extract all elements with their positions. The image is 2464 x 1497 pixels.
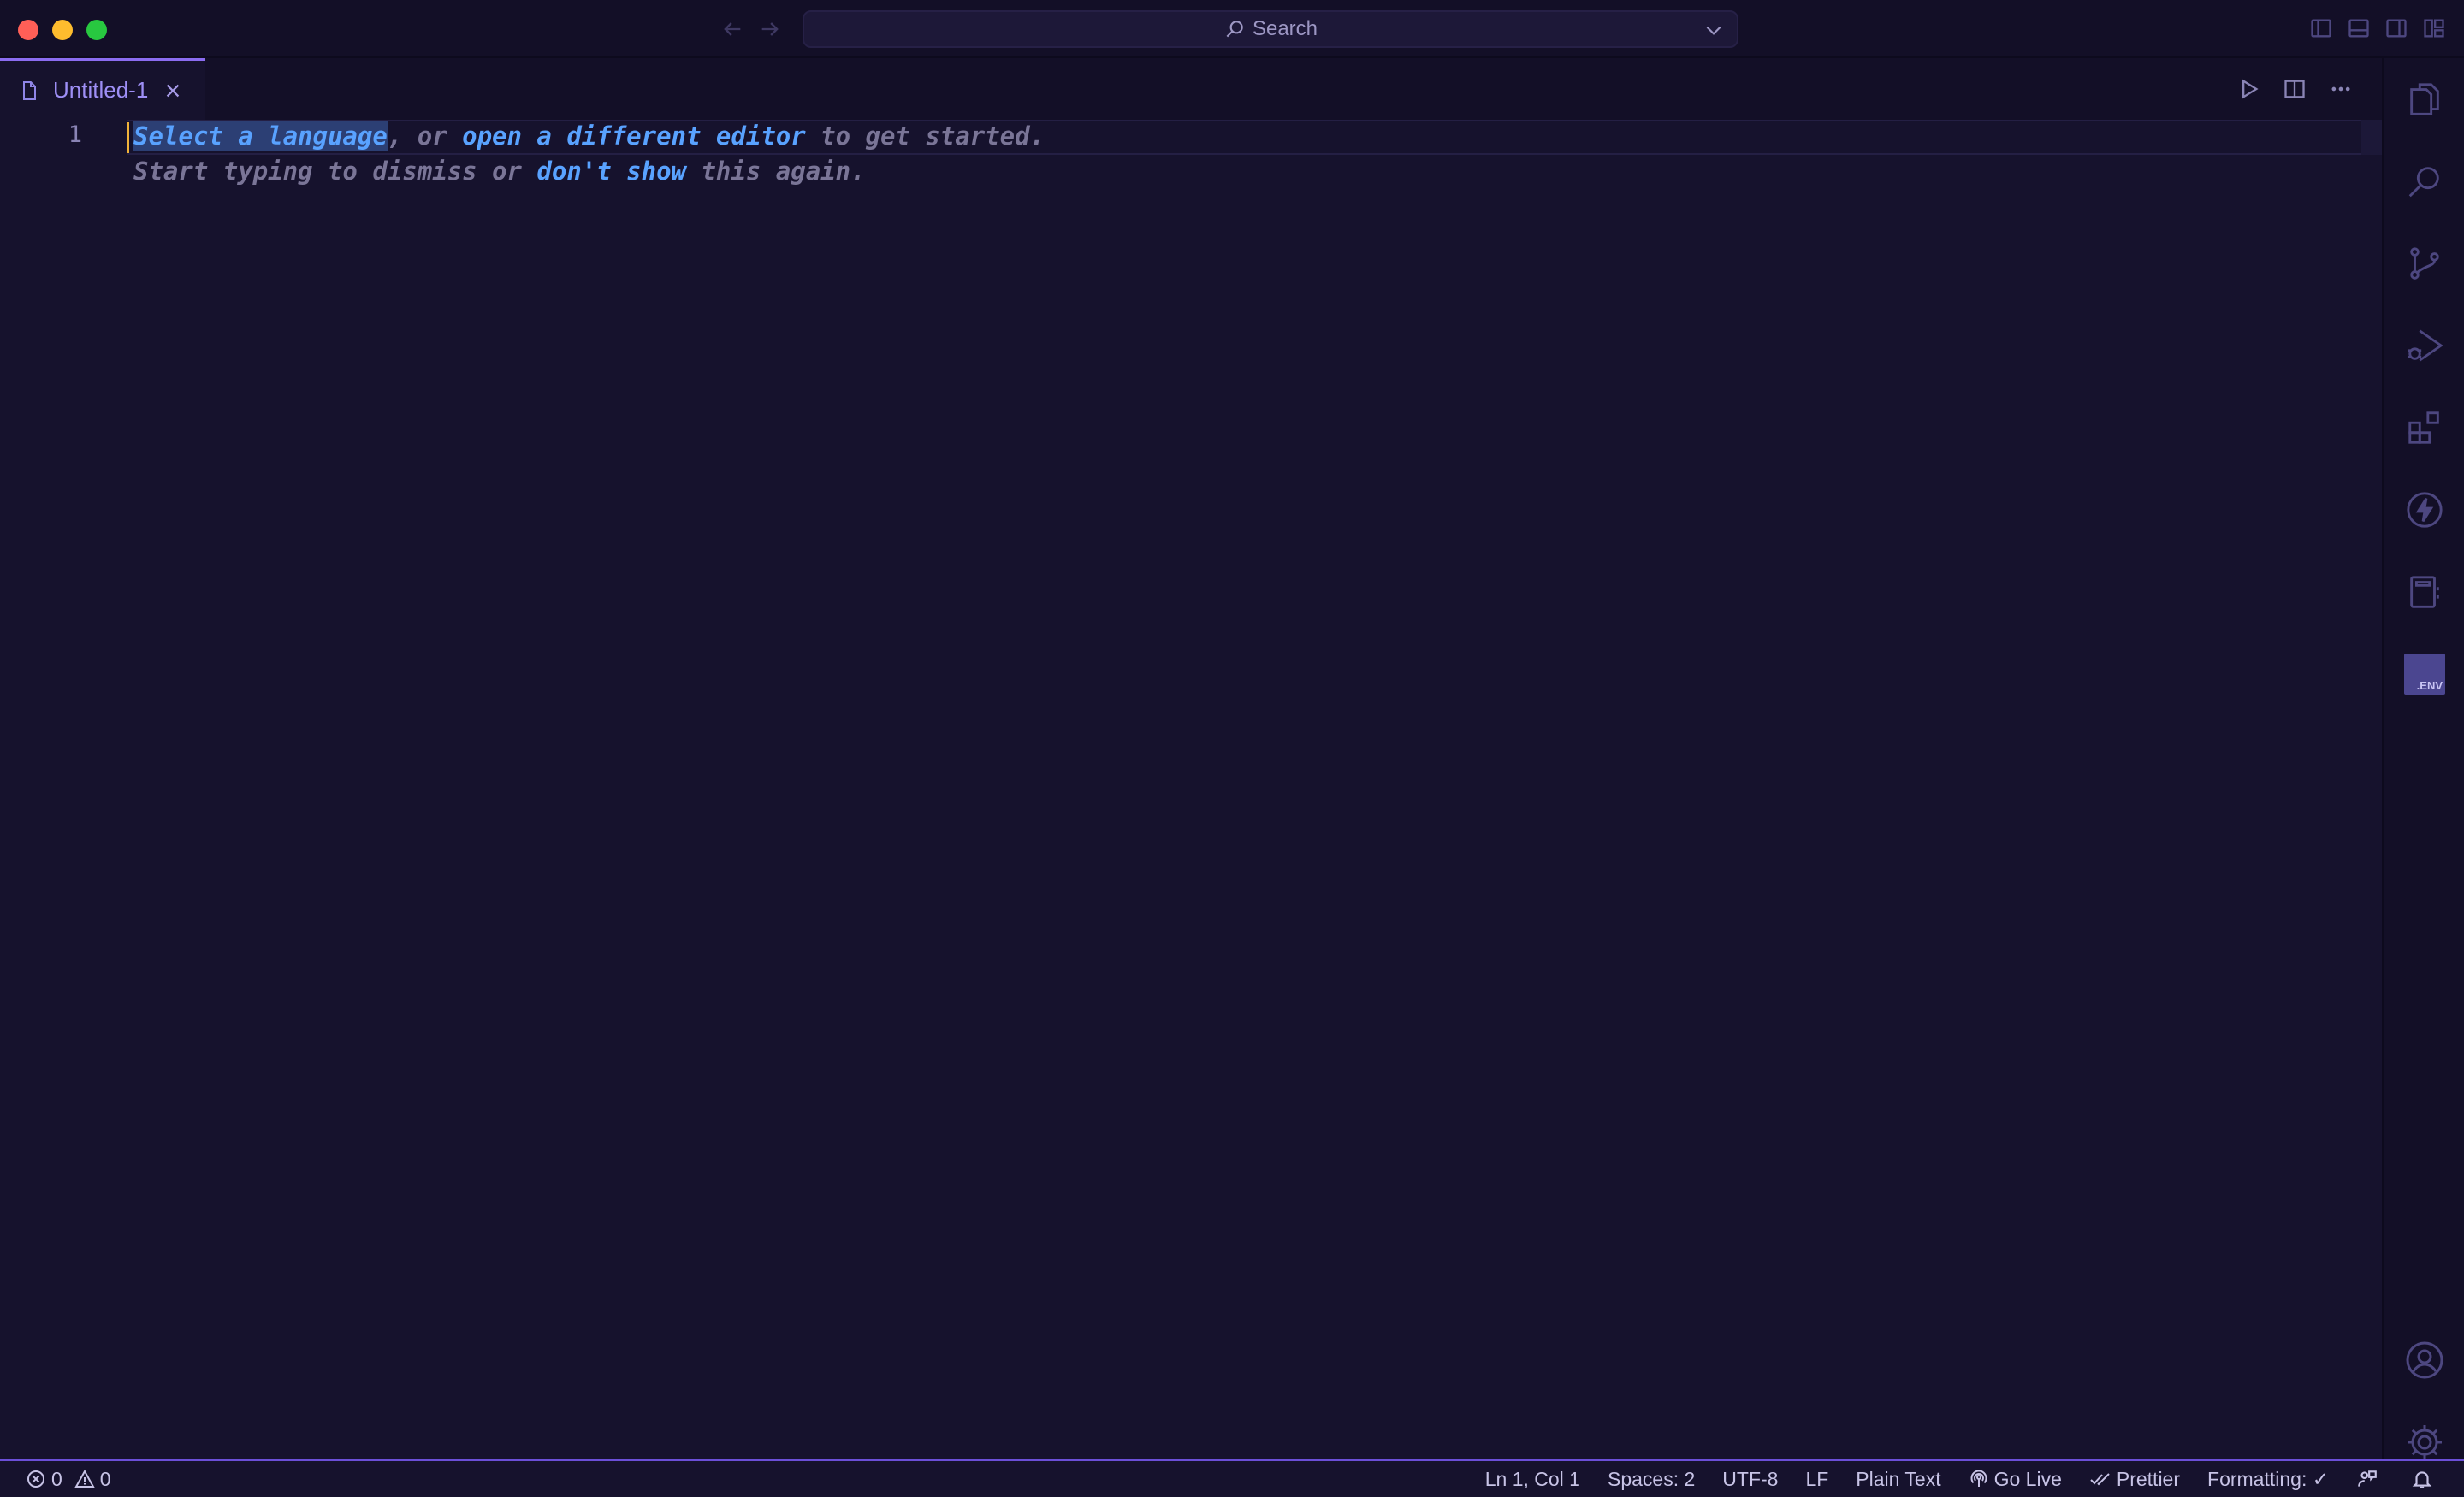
problems-warnings[interactable]: 0 — [74, 1468, 111, 1491]
cursor-position[interactable]: Ln 1, Col 1 — [1485, 1468, 1580, 1491]
vscode-window: Search Untitled-1 1 Select a language, o… — [0, 0, 2464, 1497]
editor-tab-bar: Untitled-1 — [0, 58, 2382, 120]
hint-text: this again. — [686, 157, 866, 186]
end-of-line[interactable]: LF — [1805, 1468, 1828, 1491]
search-magnifier-icon — [1226, 21, 1243, 38]
status-left: 0 0 — [26, 1461, 123, 1497]
title-bar: Search — [0, 0, 2464, 58]
error-circle-icon — [27, 1470, 44, 1488]
run-icon[interactable] — [2233, 74, 2264, 104]
status-right: Ln 1, Col 1 Spaces: 2 UTF-8 LF Plain Tex… — [1458, 1461, 2438, 1497]
activity-bar: .ENV — [2382, 58, 2464, 1459]
nav-forward-icon[interactable] — [755, 14, 785, 44]
feedback-icon[interactable] — [2356, 1468, 2384, 1490]
env-label: .ENV — [2416, 679, 2443, 692]
formatting-status[interactable]: Formatting: ✓ — [2207, 1468, 2329, 1491]
notebook-icon[interactable] — [2384, 565, 2464, 619]
source-control-icon[interactable] — [2384, 236, 2464, 291]
go-live-button[interactable]: Go Live — [1969, 1468, 2062, 1491]
go-live-label: Go Live — [1993, 1467, 2062, 1490]
warning-triangle-icon — [74, 1469, 95, 1488]
more-actions-icon[interactable] — [2325, 74, 2356, 104]
encoding[interactable]: UTF-8 — [1722, 1468, 1778, 1491]
search-placeholder: Search — [1252, 17, 1318, 40]
error-count: 0 — [51, 1467, 62, 1490]
prettier-button[interactable]: Prettier — [2089, 1468, 2180, 1491]
empty-editor-hint-line-1: Select a language, or open a different e… — [133, 121, 1045, 151]
split-editor-icon[interactable] — [2279, 74, 2310, 104]
text-cursor — [127, 122, 129, 153]
command-center-search[interactable]: Search — [803, 10, 1738, 48]
layout-controls — [2308, 15, 2447, 41]
window-close-button[interactable] — [18, 20, 38, 40]
run-debug-icon[interactable] — [2384, 318, 2464, 373]
explorer-icon[interactable] — [2384, 72, 2464, 127]
editor-actions — [2233, 74, 2356, 104]
tab-untitled-1[interactable]: Untitled-1 — [0, 58, 205, 120]
account-icon[interactable] — [2384, 1333, 2464, 1388]
toggle-secondary-sidebar-icon[interactable] — [2384, 15, 2409, 41]
prettier-label: Prettier — [2116, 1467, 2181, 1490]
toggle-panel-icon[interactable] — [2346, 15, 2372, 41]
problems-errors[interactable]: 0 — [26, 1468, 62, 1491]
open-different-editor-link[interactable]: open a different editor — [462, 121, 806, 151]
search-icon[interactable] — [2384, 154, 2464, 209]
double-check-icon — [2090, 1473, 2110, 1486]
hint-text: Start typing to dismiss or — [133, 157, 537, 186]
chevron-down-icon[interactable] — [1703, 19, 1725, 45]
tab-label: Untitled-1 — [53, 77, 149, 103]
hint-text: , or — [387, 121, 463, 151]
empty-editor-hint-line-2: Start typing to dismiss or don't show th… — [133, 157, 866, 186]
search-content: Search — [804, 12, 1737, 46]
dont-show-again-link[interactable]: don't show — [536, 157, 686, 186]
select-language-link[interactable]: Select a language — [133, 121, 388, 151]
minimap-slider[interactable] — [2361, 120, 2382, 155]
warning-count: 0 — [99, 1467, 111, 1490]
close-icon[interactable] — [163, 81, 182, 100]
lightning-icon[interactable] — [2384, 482, 2464, 537]
indentation[interactable]: Spaces: 2 — [1608, 1468, 1695, 1491]
extensions-icon[interactable] — [2384, 400, 2464, 455]
file-icon — [19, 80, 39, 102]
window-maximize-button[interactable] — [86, 20, 107, 40]
env-badge: .ENV — [2404, 654, 2445, 695]
customize-layout-icon[interactable] — [2421, 15, 2447, 41]
status-bar: 0 0 Ln 1, Col 1 Spaces: 2 UTF-8 LF Plain… — [0, 1459, 2464, 1497]
window-minimize-button[interactable] — [52, 20, 73, 40]
nav-back-icon[interactable] — [717, 14, 748, 44]
language-mode[interactable]: Plain Text — [1856, 1468, 1940, 1491]
line-number: 1 — [68, 121, 82, 148]
env-icon[interactable]: .ENV — [2384, 647, 2464, 701]
notifications-bell-icon[interactable] — [2411, 1468, 2438, 1490]
toggle-primary-sidebar-icon[interactable] — [2308, 15, 2334, 41]
broadcast-icon — [1970, 1470, 1987, 1487]
hint-text: to get started. — [805, 121, 1045, 151]
editor-area[interactable]: 1 Select a language, or open a different… — [0, 120, 2382, 1459]
